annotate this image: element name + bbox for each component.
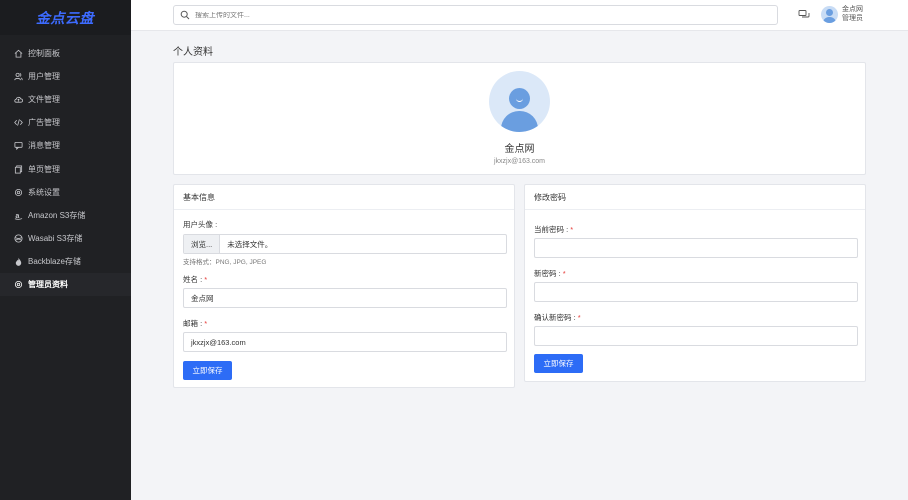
profile-email: jkxzjx@163.com: [493, 158, 546, 165]
sidebar-item-label: 管理员资料: [28, 279, 68, 289]
profile-card: 金点网 jkxzjx@163.com: [173, 62, 866, 175]
gear-icon: [13, 187, 23, 197]
sidebar-item-label: 广告管理: [28, 118, 60, 128]
email-label: 邮箱 : *: [183, 319, 208, 328]
new-password-label: 新密码 : *: [534, 269, 566, 278]
gear-icon: [13, 279, 23, 289]
basic-info-header: 基本信息: [174, 185, 514, 210]
sidebar-item-label: 消息管理: [28, 141, 60, 151]
chat-icon[interactable]: [798, 9, 810, 21]
name-field[interactable]: 金点网: [183, 288, 507, 308]
browse-button[interactable]: 浏览...: [184, 235, 221, 253]
user-role: 管理员: [842, 15, 863, 22]
sidebar-nav: 控制面板 用户管理 文件管理 广告管理 消息管理 单页管理 系统设置 a Ama: [0, 35, 131, 297]
confirm-password-label: 确认新密码 : *: [534, 313, 581, 322]
pages-icon: [13, 164, 23, 174]
page-title: 个人资料: [173, 47, 213, 58]
current-password-field[interactable]: [534, 238, 858, 258]
name-label: 姓名 : *: [183, 275, 208, 284]
sidebar: 金点云盘 控制面板 用户管理 文件管理 广告管理 消息管理 单页管理 系统设置 …: [0, 0, 131, 500]
sidebar-item-settings[interactable]: 系统设置: [0, 181, 131, 204]
confirm-password-field[interactable]: [534, 326, 858, 346]
sidebar-item-label: 用户管理: [28, 72, 60, 82]
profile-name: 金点网: [504, 144, 535, 155]
search-input[interactable]: [195, 11, 777, 19]
sidebar-item-label: Backblaze存储: [28, 256, 81, 266]
sidebar-item-pages[interactable]: 单页管理: [0, 157, 131, 180]
sidebar-item-label: Amazon S3存储: [28, 210, 86, 220]
save-profile-button[interactable]: 立即保存: [183, 361, 232, 380]
sidebar-item-admin-profile[interactable]: 管理员资料: [0, 272, 131, 297]
sidebar-item-backblaze[interactable]: Backblaze存储: [0, 250, 131, 273]
search-box[interactable]: [173, 5, 778, 25]
user-name: 金点网: [842, 6, 863, 13]
email-field[interactable]: jkxzjx@163.com: [183, 332, 507, 352]
logo[interactable]: 金点云盘: [0, 0, 131, 35]
avatar: [821, 5, 838, 23]
new-password-field[interactable]: [534, 282, 858, 302]
sidebar-item-label: 单页管理: [28, 164, 60, 174]
change-password-card: 修改密码 当前密码 : * 新密码 : * 确认新密码 : * 立即保存: [524, 184, 866, 382]
save-password-button[interactable]: 立即保存: [534, 354, 583, 373]
flame-icon: [13, 256, 23, 266]
sidebar-item-ads[interactable]: 广告管理: [0, 111, 131, 134]
change-password-header: 修改密码: [525, 185, 865, 210]
current-password-label: 当前密码 : *: [534, 225, 574, 234]
sidebar-item-amazon-s3[interactable]: a Amazon S3存储: [0, 204, 131, 227]
search-icon: [180, 10, 190, 20]
sidebar-item-messages[interactable]: 消息管理: [0, 134, 131, 157]
message-icon: [13, 141, 23, 151]
sidebar-item-label: Wasabi S3存储: [28, 233, 83, 243]
cloud-icon: [13, 95, 23, 105]
avatar-label: 用户头像 :: [183, 220, 218, 229]
profile-avatar: [489, 71, 550, 132]
sidebar-item-dashboard[interactable]: 控制面板: [0, 42, 131, 65]
basic-info-card: 基本信息 用户头像 : 浏览... 未选择文件。 支持格式：PNG, JPG, …: [173, 184, 515, 388]
sidebar-item-wasabi-s3[interactable]: Wasabi S3存储: [0, 227, 131, 250]
topbar: 金点网 管理员: [131, 0, 908, 31]
home-icon: [13, 49, 23, 59]
sidebar-item-files[interactable]: 文件管理: [0, 88, 131, 111]
amazon-icon: a: [13, 210, 23, 220]
sidebar-item-label: 控制面板: [28, 49, 60, 59]
code-icon: [13, 118, 23, 128]
sidebar-item-label: 系统设置: [28, 187, 60, 197]
logo-text: 金点云盘: [36, 9, 94, 26]
sidebar-item-label: 文件管理: [28, 95, 60, 105]
sidebar-item-users[interactable]: 用户管理: [0, 65, 131, 88]
avatar-file-input[interactable]: 浏览... 未选择文件。: [183, 234, 507, 254]
svg-text:a: a: [15, 211, 20, 220]
file-status: 未选择文件。: [227, 239, 273, 249]
user-menu[interactable]: 金点网 管理员: [821, 5, 863, 23]
users-icon: [13, 72, 23, 82]
format-hint: 支持格式：PNG, JPG, JPEG: [183, 259, 267, 266]
wasabi-icon: [13, 233, 23, 243]
